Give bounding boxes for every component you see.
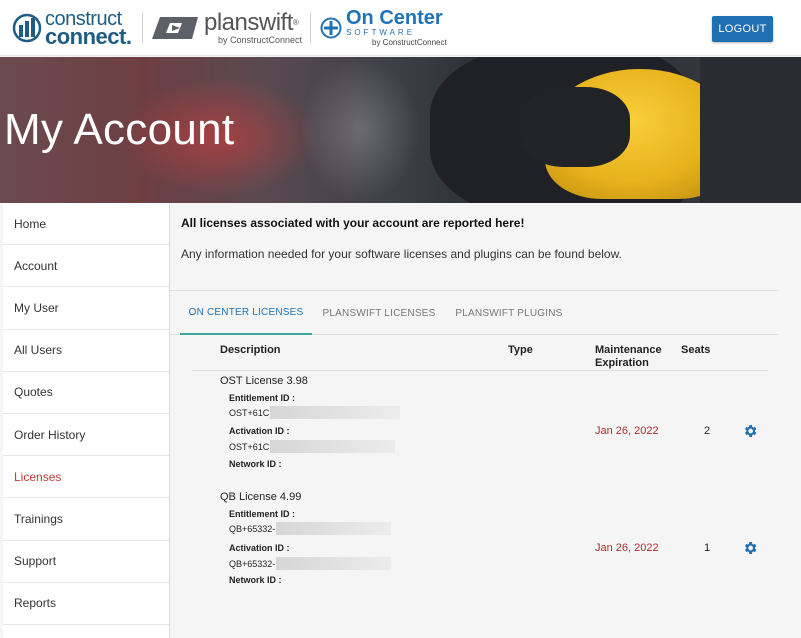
hero-banner: My Account: [0, 57, 801, 203]
column-header-maintenance-line2: Expiration: [595, 357, 649, 369]
planswift-name: planswift®: [204, 11, 302, 35]
hero-background-blur: [300, 57, 420, 203]
hero-shoulder: [700, 57, 801, 203]
maintenance-expiration: Jan 26, 2022: [595, 542, 659, 554]
page-title: My Account: [4, 105, 235, 154]
seats-count: 1: [704, 542, 711, 554]
oncenter-logo[interactable]: On Center SOFTWARE by ConstructConnect: [320, 8, 447, 48]
main-content: All licenses associated with your accoun…: [170, 203, 801, 638]
hero-hand: [520, 87, 630, 167]
oncenter-wordmark: On Center SOFTWARE by ConstructConnect: [346, 8, 447, 48]
sidebar-item-home[interactable]: Home: [3, 203, 169, 246]
license-tabs: ON CENTER LICENSES PLANSWIFT LICENSES PL…: [170, 290, 779, 335]
intro-text: Any information needed for your software…: [181, 247, 622, 261]
logo-divider: [310, 12, 311, 44]
table-header-divider: [192, 370, 768, 371]
gear-icon[interactable]: [742, 540, 758, 556]
license-name: QB License 4.99: [220, 491, 302, 503]
sidebar-item-quotes[interactable]: Quotes: [3, 372, 169, 414]
seats-count: 2: [704, 425, 711, 437]
oncenter-name: On Center: [346, 7, 443, 29]
column-header-type: Type: [508, 344, 533, 356]
gear-icon[interactable]: [742, 423, 758, 439]
sidebar-item-reports[interactable]: Reports: [3, 583, 169, 625]
activation-id-text: OST+61C: [229, 441, 270, 452]
logout-button[interactable]: LOGOUT: [712, 16, 773, 42]
column-header-maintenance-expiration: Maintenance Expiration: [595, 344, 662, 370]
redacted-block: [276, 522, 392, 535]
tab-planswift-licenses[interactable]: PLANSWIFT LICENSES: [320, 291, 438, 335]
sidebar-item-trainings[interactable]: Trainings: [3, 498, 169, 541]
activation-id-text: QB+65332-: [229, 558, 276, 569]
constructconnect-logo[interactable]: construct connect.: [12, 8, 132, 49]
constructconnect-logo-icon: [12, 13, 42, 43]
activation-id-label: Activation ID :: [229, 426, 290, 436]
sidebar-item-all-users[interactable]: All Users: [3, 330, 169, 372]
logo-divider: [142, 12, 143, 44]
activation-id-label: Activation ID :: [229, 543, 290, 553]
planswift-name-text: planswift: [204, 9, 293, 36]
sidebar-item-order-history[interactable]: Order History: [3, 414, 169, 457]
tab-on-center-licenses[interactable]: ON CENTER LICENSES: [180, 291, 312, 335]
logo-text-line2: connect.: [45, 24, 132, 49]
redacted-block: [270, 440, 396, 453]
sidebar-item-my-user[interactable]: My User: [3, 287, 169, 330]
entitlement-id-text: QB+65332-: [229, 523, 276, 534]
planswift-byline: by ConstructConnect: [218, 35, 303, 45]
network-id-label: Network ID :: [229, 459, 282, 469]
entitlement-id-text: OST+61C: [229, 407, 270, 418]
redacted-block: [276, 557, 392, 570]
sidebar-nav: Home Account My User All Users Quotes Or…: [3, 203, 170, 638]
oncenter-sub: SOFTWARE: [346, 28, 416, 37]
entitlement-id-label: Entitlement ID :: [229, 509, 296, 519]
entitlement-id-label: Entitlement ID :: [229, 393, 296, 403]
oncenter-logo-icon: [320, 17, 342, 39]
oncenter-byline: by ConstructConnect: [372, 38, 447, 47]
tab-planswift-plugins[interactable]: PLANSWIFT PLUGINS: [450, 291, 568, 335]
license-name: OST License 3.98: [220, 375, 308, 387]
entitlement-id-value: QB+65332-: [229, 522, 392, 535]
planswift-logo-icon: [152, 17, 198, 39]
column-header-maintenance-line1: Maintenance: [595, 344, 662, 356]
sidebar-item-licenses[interactable]: Licenses: [3, 456, 169, 499]
network-id-label: Network ID :: [229, 575, 282, 585]
planswift-logo[interactable]: planswift® by ConstructConnect: [152, 8, 302, 48]
planswift-wordmark: planswift® by ConstructConnect: [204, 11, 303, 46]
activation-id-value: OST+61C: [229, 440, 396, 453]
redacted-block: [270, 406, 401, 419]
column-header-description: Description: [220, 344, 281, 356]
maintenance-expiration: Jan 26, 2022: [595, 425, 659, 437]
column-header-seats: Seats: [681, 344, 711, 356]
registered-mark: ®: [292, 18, 299, 27]
sidebar-item-account[interactable]: Account: [3, 245, 169, 288]
activation-id-value: QB+65332-: [229, 557, 392, 570]
entitlement-id-value: OST+61C: [229, 406, 401, 419]
intro-heading: All licenses associated with your accoun…: [181, 216, 525, 230]
constructconnect-wordmark: construct connect.: [45, 9, 132, 49]
top-navigation-bar: construct connect. planswift® by Constru…: [0, 0, 801, 56]
sidebar-item-support[interactable]: Support: [3, 541, 169, 583]
